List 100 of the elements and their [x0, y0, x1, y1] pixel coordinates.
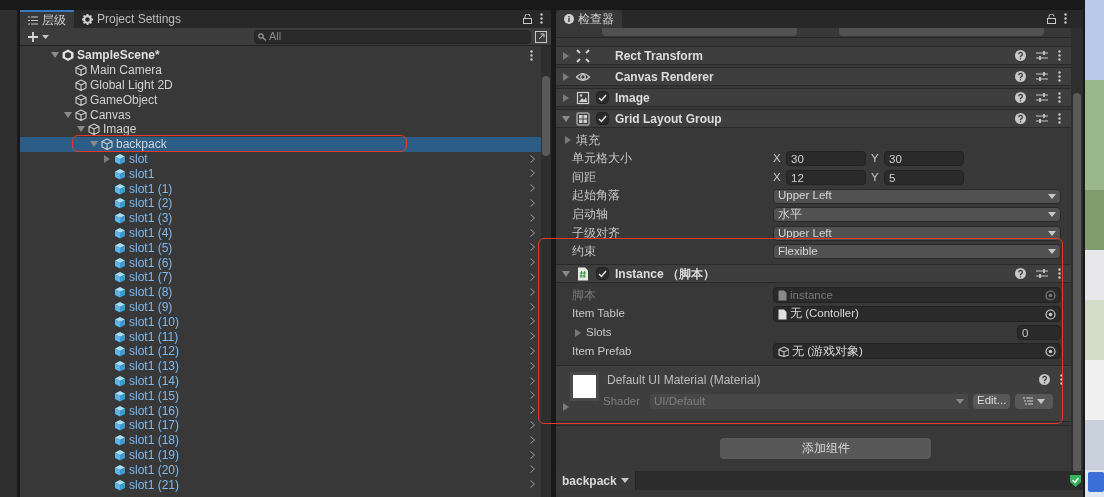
tree-item[interactable]: slot1 (2) — [20, 195, 541, 211]
tree-item[interactable]: Main Camera — [20, 62, 541, 78]
expand-arrow-icon[interactable] — [562, 269, 570, 278]
dropdown[interactable]: Upper Left — [773, 188, 1061, 204]
tree-item[interactable]: slot1 (8) — [20, 284, 541, 300]
tree-item[interactable]: Canvas — [20, 107, 541, 122]
tree-item[interactable]: slot1 (18) — [20, 432, 541, 448]
more-icon[interactable] — [1058, 71, 1061, 82]
help-icon[interactable] — [1015, 113, 1026, 124]
presets-icon[interactable] — [1036, 113, 1048, 124]
object-field[interactable]: 无 (Contoller) — [773, 306, 1061, 323]
target-icon[interactable] — [1045, 308, 1056, 320]
more-icon[interactable] — [540, 13, 543, 24]
expand-arrow-icon[interactable] — [77, 125, 85, 134]
checkbox[interactable] — [596, 267, 609, 281]
panel-tab[interactable]: 检查器 — [556, 10, 622, 28]
component-header[interactable]: Rect Transform — [556, 46, 1071, 65]
tree-item[interactable]: slot1 (14) — [20, 373, 541, 389]
collapse-arrow-icon[interactable] — [562, 51, 570, 60]
component-header[interactable]: Grid Layout Group — [556, 109, 1071, 128]
object-field[interactable]: 无 (游戏对象) — [773, 343, 1061, 360]
checkbox[interactable] — [596, 91, 609, 104]
tree-item[interactable]: slot1 (20) — [20, 462, 541, 478]
presets-icon[interactable] — [1036, 50, 1048, 61]
tree-item[interactable]: GameObject — [20, 92, 541, 108]
number-field[interactable]: 12 — [786, 170, 866, 185]
more-icon[interactable] — [1058, 92, 1061, 103]
component-header[interactable]: Instance （脚本） — [556, 264, 1071, 284]
tree-item[interactable]: slot1 (7) — [20, 269, 541, 285]
collapse-arrow-icon[interactable] — [564, 136, 572, 145]
presets-icon[interactable] — [1036, 268, 1048, 280]
more-icon[interactable] — [1064, 13, 1067, 24]
tree-item[interactable]: slot1 (11) — [20, 329, 541, 344]
number-field[interactable]: 5 — [884, 170, 964, 185]
dropdown[interactable]: Upper Left — [773, 225, 1061, 241]
collapse-arrow-icon[interactable] — [562, 93, 570, 102]
tree-item[interactable]: slot1 (16) — [20, 403, 541, 418]
help-icon[interactable] — [1015, 50, 1026, 61]
number-field[interactable]: 30 — [786, 151, 866, 167]
tree-item[interactable]: Global Light 2D — [20, 77, 541, 93]
more-icon[interactable] — [530, 50, 533, 61]
popout-icon[interactable] — [535, 30, 547, 43]
tree-item[interactable]: slot1 (3) — [20, 210, 541, 226]
tree-item[interactable]: slot1 (9) — [20, 299, 541, 315]
scrollbar-thumb[interactable] — [1073, 93, 1081, 471]
tree-item[interactable]: slot1 (10) — [20, 314, 541, 330]
dropdown[interactable]: Flexible — [773, 244, 1061, 260]
breadcrumb-button[interactable]: backpack — [556, 471, 636, 490]
edit-button[interactable]: Edit... — [973, 393, 1011, 409]
tree-item[interactable]: slot1 (5) — [20, 240, 541, 256]
tree-item[interactable]: slot1 (6) — [20, 255, 541, 270]
help-icon[interactable] — [1015, 268, 1026, 280]
tree-item[interactable]: backpack — [20, 136, 541, 152]
field-label: Slots — [586, 325, 612, 340]
tree-item[interactable]: slot1 — [20, 166, 541, 182]
tree-item[interactable]: slot — [20, 151, 541, 167]
collapse-arrow-icon[interactable] — [562, 72, 570, 81]
collapse-arrow-icon[interactable] — [574, 328, 582, 337]
tree-item[interactable]: Image — [20, 122, 541, 137]
tree-item[interactable]: slot1 (17) — [20, 417, 541, 433]
more-icon[interactable] — [1058, 268, 1061, 280]
tree-item[interactable]: slot1 (12) — [20, 343, 541, 359]
add-dropdown-icon[interactable] — [28, 30, 50, 43]
expand-arrow-icon[interactable] — [51, 51, 59, 60]
add-component-button[interactable]: 添加组件 — [720, 437, 931, 459]
more-icon[interactable] — [1060, 374, 1063, 386]
tree-item[interactable]: slot1 (1) — [20, 181, 541, 196]
target-icon[interactable] — [1045, 345, 1056, 357]
help-icon[interactable] — [1015, 71, 1026, 82]
lock-icon[interactable] — [1047, 14, 1056, 24]
help-icon[interactable] — [1015, 92, 1026, 103]
tree-item[interactable]: SampleScene* — [20, 48, 541, 63]
collapse-arrow-icon[interactable] — [103, 154, 111, 163]
panel-tab[interactable]: 层级 — [20, 10, 74, 28]
expand-arrow-icon[interactable] — [562, 114, 570, 123]
tree-item[interactable]: slot1 (4) — [20, 225, 541, 241]
more-icon[interactable] — [1058, 113, 1061, 124]
component-header[interactable]: Image — [556, 88, 1071, 107]
help-icon[interactable] — [1039, 374, 1050, 386]
tree-item[interactable]: slot1 (19) — [20, 447, 541, 463]
presets-icon[interactable] — [1036, 71, 1048, 82]
collapse-arrow-icon[interactable] — [562, 402, 570, 411]
component-header[interactable]: Canvas Renderer — [556, 67, 1071, 86]
tree-item[interactable]: slot1 (21) — [20, 477, 541, 492]
scrollbar-thumb[interactable] — [542, 76, 550, 156]
count-field[interactable]: 0 — [1017, 325, 1061, 341]
scrollbar[interactable] — [1071, 28, 1083, 471]
number-field[interactable]: 30 — [884, 151, 964, 167]
dropdown[interactable]: 水平 — [773, 207, 1061, 223]
expand-arrow-icon[interactable] — [90, 140, 98, 149]
scrollbar[interactable] — [541, 46, 551, 497]
presets-icon[interactable] — [1036, 92, 1048, 103]
more-icon[interactable] — [1058, 50, 1061, 61]
expand-arrow-icon[interactable] — [64, 110, 72, 119]
checkbox[interactable] — [596, 112, 609, 125]
search-field[interactable]: All — [254, 29, 531, 44]
tree-item[interactable]: slot1 (13) — [20, 358, 541, 374]
lock-icon[interactable] — [523, 14, 532, 24]
tree-item[interactable]: slot1 (15) — [20, 388, 541, 404]
list-dropdown[interactable] — [1015, 393, 1054, 409]
